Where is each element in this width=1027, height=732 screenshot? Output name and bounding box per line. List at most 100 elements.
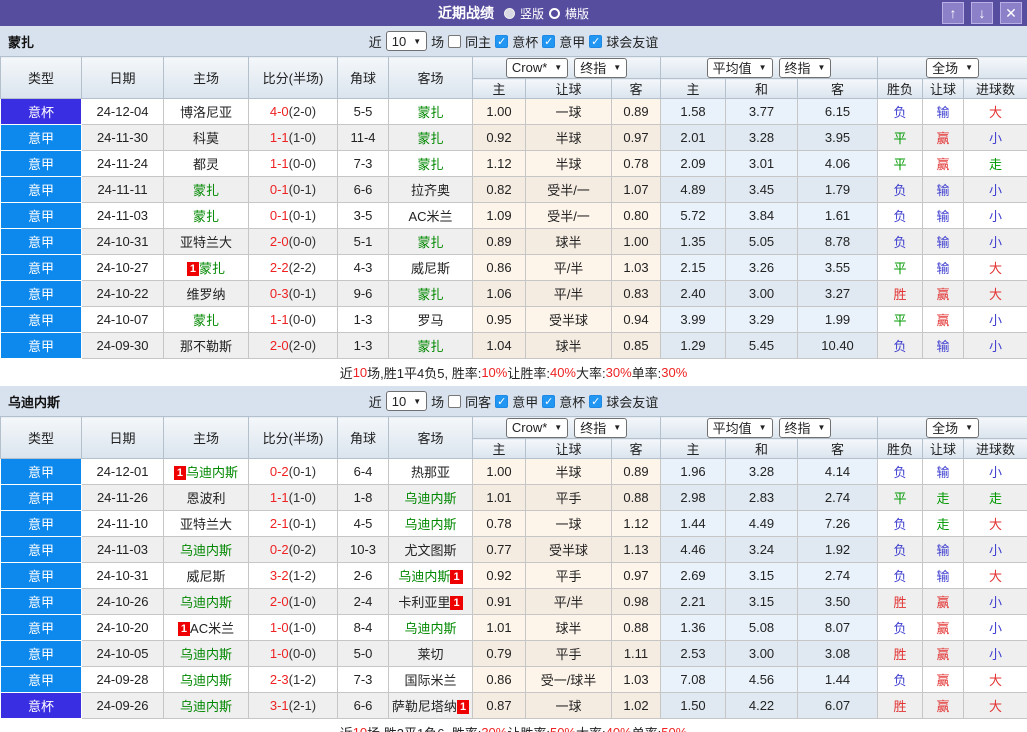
type-cell: 意甲 (0, 306, 82, 333)
type-cell: 意甲 (0, 510, 82, 537)
scope-select[interactable]: 全场 ▼ (926, 57, 980, 78)
euro-away-odds: 10.40 (797, 332, 879, 359)
type-cell: 意甲 (0, 588, 82, 615)
team-label: 乌迪内斯 (179, 673, 232, 688)
type-cell: 意甲 (0, 458, 82, 485)
type-cell: 意甲 (0, 254, 82, 281)
date-cell: 24-10-20 (81, 614, 164, 641)
league-label-3: 球会友谊 (606, 394, 659, 410)
handicap-line: 半球 (525, 124, 612, 151)
league-label-3: 球会友谊 (606, 34, 659, 50)
team-label: 维罗纳 (186, 287, 226, 302)
result-goals: 小 (963, 176, 1027, 203)
euro-source-select[interactable]: 平均值 ▼ (706, 417, 773, 438)
league-checkbox-3[interactable] (589, 394, 603, 408)
league-checkbox-1[interactable] (495, 34, 509, 48)
date-cell: 24-10-05 (81, 640, 164, 667)
page-title: 近期战绩 (437, 5, 494, 21)
result-handicap: 赢 (922, 692, 965, 719)
euro-away-odds: 3.55 (797, 254, 879, 281)
handicap-home-odds: 0.89 (472, 228, 526, 255)
home-team-cell: 那不勒斯 (163, 332, 249, 359)
date-cell: 24-11-10 (81, 510, 164, 537)
team-label: 萨勒尼塔纳 (391, 699, 457, 714)
radio-vertical-layout[interactable] (503, 7, 515, 19)
handicap-away-odds: 0.80 (610, 202, 662, 229)
close-button[interactable]: ✕ (1000, 2, 1022, 24)
score-cell: 1-1(1-0) (248, 124, 338, 151)
full-time-score: 2-0 (269, 594, 289, 609)
score-cell: 1-0(0-0) (248, 640, 338, 667)
league-checkbox-2[interactable] (542, 394, 556, 408)
match-count-select[interactable]: 10 ▼ (385, 31, 428, 51)
league-label-1: 意甲 (512, 394, 539, 410)
col-type: 类型 (0, 56, 82, 99)
type-cell: 意杯 (0, 98, 82, 125)
league-checkbox-3[interactable] (589, 34, 603, 48)
full-time-score: 3-1 (269, 698, 289, 713)
date-cell: 24-09-30 (81, 332, 164, 359)
euro-away-odds: 4.06 (797, 150, 879, 177)
result-outcome: 胜 (877, 588, 924, 615)
handicap-home-odds: 0.92 (472, 124, 526, 151)
move-up-button[interactable]: ↑ (942, 2, 964, 24)
radio-horizontal-layout[interactable] (549, 7, 560, 19)
scope-select[interactable]: 全场 ▼ (926, 417, 980, 438)
euro-source-select[interactable]: 平均值 ▼ (706, 57, 773, 78)
summary-segment: 10% (481, 365, 508, 380)
result-outcome: 负 (877, 228, 924, 255)
handicap-away-odds: 0.94 (610, 306, 662, 333)
handicap-home-odds: 1.04 (472, 332, 526, 359)
handicap-line: 平/半 (525, 588, 612, 615)
col-hcp-line: 让球 (525, 78, 612, 99)
home-team-cell: 1 乌迪内斯 (163, 458, 249, 485)
euro-home-odds: 4.46 (660, 536, 727, 563)
away-team-cell: 蒙扎 (388, 124, 473, 151)
same-home-checkbox[interactable] (448, 34, 462, 48)
league-checkbox-2[interactable] (542, 34, 556, 48)
full-time-score: 2-0 (269, 338, 289, 353)
same-away-checkbox[interactable] (448, 394, 462, 408)
type-cell: 意甲 (0, 176, 82, 203)
half-time-score: (2-0) (288, 104, 317, 119)
handicap-home-odds: 1.12 (472, 150, 526, 177)
col-euro-draw: 和 (725, 78, 799, 99)
result-handicap: 赢 (922, 640, 965, 667)
handicap-away-odds: 0.88 (610, 484, 662, 511)
red-card-badge: 1 (173, 466, 187, 480)
radio-horizontal-label: 横版 (565, 6, 590, 21)
result-goals: 小 (963, 588, 1027, 615)
away-team-cell: 蒙扎 (388, 228, 473, 255)
odds-time-select[interactable]: 终指 ▼ (574, 57, 628, 78)
euro-time-select[interactable]: 终指 ▼ (778, 417, 832, 438)
home-team-cell: 威尼斯 (163, 562, 249, 589)
euro-home-odds: 1.44 (660, 510, 727, 537)
result-goals: 小 (963, 458, 1027, 485)
result-outcome: 负 (877, 666, 924, 693)
type-cell: 意甲 (0, 280, 82, 307)
result-handicap: 输 (922, 98, 965, 125)
result-goals: 小 (963, 536, 1027, 563)
euro-time-select[interactable]: 终指 ▼ (778, 57, 832, 78)
result-handicap: 输 (922, 562, 965, 589)
handicap-line: 受半球 (525, 306, 612, 333)
match-count-select[interactable]: 10 ▼ (385, 391, 428, 411)
result-outcome: 平 (877, 484, 924, 511)
odds-source-select[interactable]: Crow* ▼ (505, 57, 569, 78)
match-row: 意杯 24-12-04 博洛尼亚 4-0(2-0) 5-5 蒙扎 1.00 一球 0.89 1.5… (0, 98, 1027, 125)
euro-draw-odds: 3.24 (725, 536, 799, 563)
odds-source-select[interactable]: Crow* ▼ (505, 417, 569, 438)
euro-home-odds: 3.99 (660, 306, 727, 333)
result-outcome: 负 (877, 562, 924, 589)
summary-segment: 40% (549, 365, 576, 380)
league-checkbox-1[interactable] (495, 394, 509, 408)
move-down-button[interactable]: ↓ (971, 2, 993, 24)
odds-time-select[interactable]: 终指 ▼ (574, 417, 628, 438)
summary-monza: 近 10 场,胜1平4负5, 胜率: 10% 让胜率: 40% 大率: 30% 单率: 30… (0, 359, 1027, 386)
col-hcp-line: 让球 (525, 438, 612, 459)
euro-away-odds: 3.27 (797, 280, 879, 307)
type-cell: 意甲 (0, 614, 82, 641)
col-hcp-home: 主 (472, 78, 526, 99)
euro-home-odds: 2.69 (660, 562, 727, 589)
half-time-score: (2-2) (288, 260, 317, 275)
